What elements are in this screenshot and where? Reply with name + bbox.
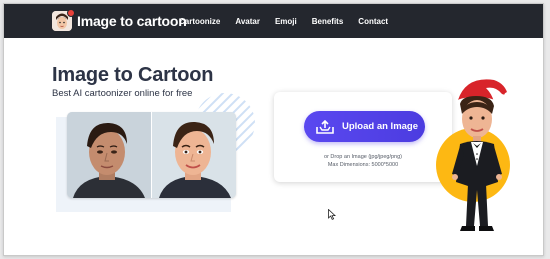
max-dimensions: Max Dimensions: 5000*5000 [327,162,399,168]
logo[interactable] [52,9,75,31]
mouse-cursor-icon [328,209,336,220]
hero-subtitle: Best AI cartoonizer online for free [52,88,193,99]
drop-hint: or Drop an Image (jpg/jpeg/png) [324,154,402,160]
brand-name[interactable]: Image to cartoon [77,13,187,29]
cartoon-mascot [452,79,512,231]
before-after-preview [67,112,236,198]
nav-cartoonize[interactable]: Cartoonize [179,17,220,26]
main-nav: Cartoonize Avatar Emoji Benefits Contact [179,17,388,26]
hero-title: Image to Cartoon [52,64,214,86]
upload-button-label: Upload an Image [342,121,419,132]
upload-tray-icon [316,119,334,134]
top-navbar: Image to cartoon Cartoonize Avatar Emoji… [4,4,543,38]
upload-card[interactable]: Upload an Image or Drop an Image (jpg/jp… [274,92,452,182]
browser-viewport: Image to cartoon Cartoonize Avatar Emoji… [3,3,544,256]
upload-image-button[interactable]: Upload an Image [304,111,425,142]
nav-emoji[interactable]: Emoji [275,17,297,26]
nav-avatar[interactable]: Avatar [235,17,260,26]
nav-benefits[interactable]: Benefits [312,17,344,26]
logo-badge [67,9,75,17]
nav-contact[interactable]: Contact [358,17,388,26]
